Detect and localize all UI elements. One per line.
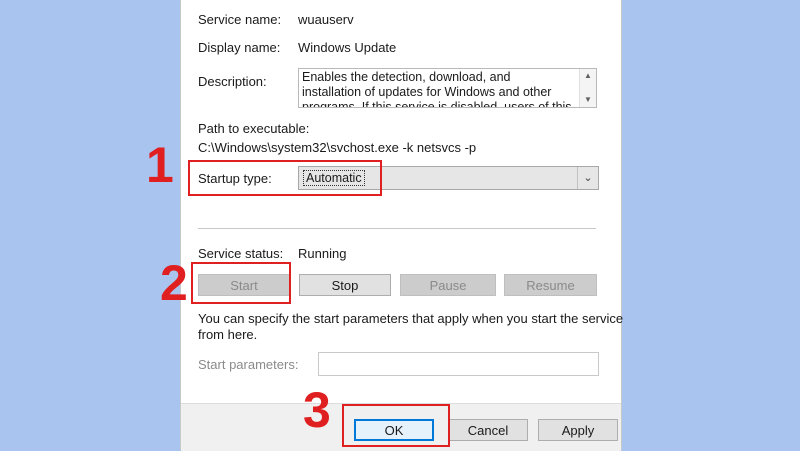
step-number-1: 1 bbox=[146, 137, 174, 193]
display-name-value: Windows Update bbox=[298, 40, 397, 55]
pause-button[interactable]: Pause bbox=[400, 274, 496, 296]
service-status-value: Running bbox=[298, 246, 347, 261]
start-button-highlight bbox=[191, 262, 291, 304]
service-status-label: Service status: bbox=[198, 246, 284, 261]
chevron-down-icon[interactable]: ⌄ bbox=[577, 167, 598, 189]
display-name-label: Display name: bbox=[198, 40, 281, 55]
step-number-2: 2 bbox=[160, 255, 188, 311]
step-number-3: 3 bbox=[303, 382, 331, 438]
service-name-label: Service name: bbox=[198, 12, 282, 27]
description-label: Description: bbox=[198, 74, 267, 89]
ok-button-highlight bbox=[342, 404, 450, 447]
resume-button[interactable]: Resume bbox=[504, 274, 597, 296]
description-text: Enables the detection, download, and ins… bbox=[302, 70, 572, 108]
scroll-up-icon[interactable]: ▲ bbox=[580, 69, 596, 83]
cancel-button[interactable]: Cancel bbox=[448, 419, 528, 441]
hint-text-line2: from here. bbox=[198, 327, 258, 342]
apply-button[interactable]: Apply bbox=[538, 419, 618, 441]
service-properties-dialog: Service name: wuauserv Display name: Win… bbox=[180, 0, 624, 451]
path-value: C:\Windows\system32\svchost.exe -k netsv… bbox=[198, 140, 477, 155]
hint-text-line1: You can specify the start parameters tha… bbox=[198, 311, 624, 326]
stop-button[interactable]: Stop bbox=[299, 274, 391, 296]
service-name-value: wuauserv bbox=[298, 12, 354, 27]
scroll-down-icon[interactable]: ▼ bbox=[580, 93, 596, 107]
separator bbox=[198, 228, 596, 229]
startup-type-highlight bbox=[188, 160, 382, 196]
start-parameters-input[interactable] bbox=[318, 352, 599, 376]
description-textbox[interactable]: Enables the detection, download, and ins… bbox=[298, 68, 597, 108]
path-label: Path to executable: bbox=[198, 121, 310, 136]
description-scrollbar[interactable]: ▲ ▼ bbox=[579, 69, 596, 107]
start-parameters-label: Start parameters: bbox=[198, 357, 299, 372]
